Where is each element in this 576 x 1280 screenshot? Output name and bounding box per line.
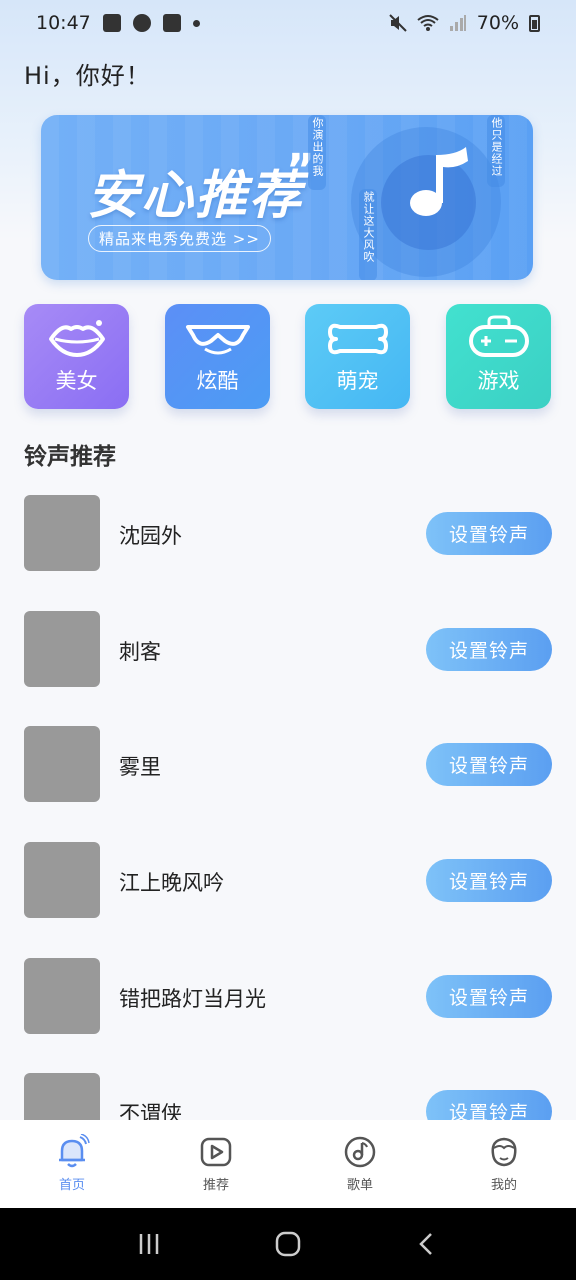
lyric-strip: 他只是经过	[487, 115, 505, 187]
system-nav-bar	[0, 1208, 576, 1280]
nav-recommend[interactable]: 推荐	[144, 1120, 288, 1208]
song-thumbnail	[24, 958, 100, 1034]
gamepad-icon	[468, 315, 529, 357]
checkbox-icon	[162, 14, 181, 32]
song-thumbnail	[24, 842, 100, 918]
cloud-icon	[132, 14, 151, 32]
music-note-icon	[410, 147, 468, 216]
section-title: 铃声推荐	[24, 444, 116, 470]
battery-percent: 70%	[476, 12, 519, 34]
nav-label: 歌单	[346, 1178, 373, 1193]
nav-playlist[interactable]: 歌单	[288, 1120, 432, 1208]
battery-icon	[529, 14, 540, 32]
category-game[interactable]: 游戏	[446, 304, 551, 409]
nav-label: 我的	[490, 1178, 517, 1193]
song-thumbnail	[24, 611, 100, 687]
lyric-strip: 你演出的我	[308, 115, 326, 190]
set-ringtone-button[interactable]: 设置铃声	[426, 975, 552, 1018]
recommend-banner[interactable]: 安心推荐 ” 精品来电秀免费选 >> 你演出的我 就让这大风吹 他只是经过	[41, 115, 533, 280]
list-item[interactable]: 江上晚风吟 设置铃声	[0, 827, 576, 918]
play-icon	[200, 1137, 232, 1167]
set-ringtone-button[interactable]: 设置铃声	[426, 859, 552, 902]
banner-subtitle: 精品来电秀免费选 >>	[88, 225, 271, 252]
lyric-strip: 就让这大风吹	[359, 189, 377, 280]
set-ringtone-button[interactable]: 设置铃声	[426, 1090, 552, 1120]
song-title: 错把路灯当月光	[119, 987, 266, 1011]
list-item[interactable]: 雾里 设置铃声	[0, 711, 576, 802]
status-time: 10:47	[36, 12, 91, 34]
ringtone-list[interactable]: 沈园外 设置铃声 刺客 设置铃声 雾里 设置铃声 江上晚风吟 设置铃声 错把路灯…	[0, 480, 576, 1120]
disc-icon	[344, 1136, 376, 1168]
set-ringtone-button[interactable]: 设置铃声	[426, 628, 552, 671]
lips-icon	[48, 320, 105, 357]
song-thumbnail	[24, 726, 100, 802]
notification-dot-icon	[192, 19, 200, 27]
set-ringtone-button[interactable]: 设置铃声	[426, 743, 552, 786]
category-label: 萌宠	[336, 369, 379, 393]
sunglasses-icon	[185, 325, 250, 355]
nav-home[interactable]: 首页	[0, 1120, 144, 1208]
nav-label: 推荐	[202, 1178, 229, 1193]
song-title: 沈园外	[119, 524, 182, 548]
category-cool[interactable]: 炫酷	[165, 304, 270, 409]
song-thumbnail	[24, 495, 100, 571]
song-title: 不谓侠	[119, 1102, 182, 1120]
category-label: 游戏	[477, 369, 520, 393]
list-item[interactable]: 刺客 设置铃声	[0, 596, 576, 687]
category-pet[interactable]: 萌宠	[305, 304, 410, 409]
nav-profile[interactable]: 我的	[432, 1120, 576, 1208]
greeting-text: Hi，你好！	[24, 62, 151, 90]
nav-label: 首页	[58, 1178, 85, 1193]
bell-icon	[59, 1134, 90, 1168]
list-item[interactable]: 不谓侠 设置铃声	[0, 1058, 576, 1120]
song-title: 刺客	[119, 640, 161, 664]
status-bar: 10:47 70%	[0, 0, 576, 46]
list-item[interactable]: 沈园外 设置铃声	[0, 480, 576, 571]
face-icon	[491, 1137, 517, 1167]
banner-title: 安心推荐	[87, 166, 304, 226]
song-title: 雾里	[119, 755, 161, 779]
wifi-icon	[417, 15, 439, 31]
bottom-nav: 首页 推荐 歌单 我的	[0, 1120, 576, 1208]
song-title: 江上晚风吟	[119, 871, 224, 895]
signal-icon	[449, 15, 466, 31]
home-icon[interactable]	[274, 1230, 302, 1258]
back-icon[interactable]	[414, 1231, 440, 1257]
song-thumbnail	[24, 1073, 100, 1120]
category-label: 炫酷	[196, 369, 239, 393]
set-ringtone-button[interactable]: 设置铃声	[426, 512, 552, 555]
mute-icon	[389, 14, 407, 32]
list-item[interactable]: 错把路灯当月光 设置铃声	[0, 943, 576, 1034]
gallery-icon	[102, 14, 121, 32]
bone-icon	[327, 323, 388, 355]
recent-apps-icon[interactable]	[136, 1231, 162, 1257]
category-beauty[interactable]: 美女	[24, 304, 129, 409]
category-label: 美女	[55, 369, 98, 393]
